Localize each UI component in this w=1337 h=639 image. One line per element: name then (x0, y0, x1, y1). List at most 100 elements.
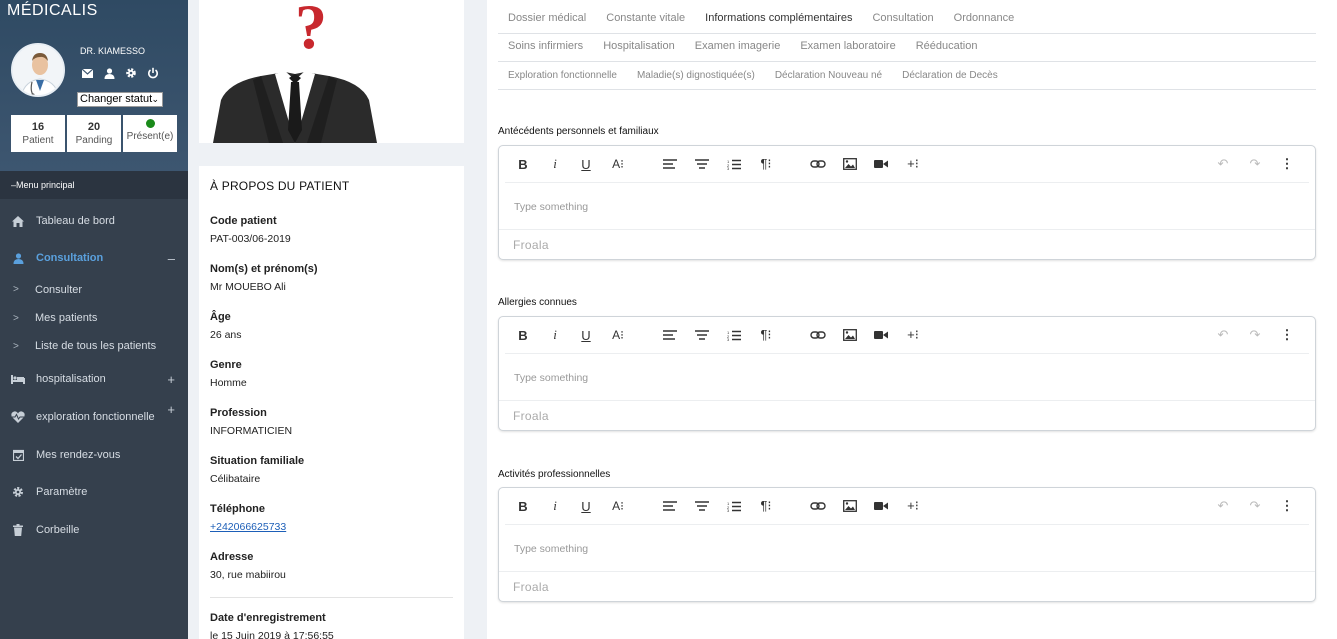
insert-more-icon[interactable]: +⁝ (904, 155, 922, 173)
expand-toggle[interactable]: + (167, 402, 175, 417)
phone-link[interactable]: +242066625733 (210, 521, 286, 533)
image-icon[interactable] (841, 155, 859, 173)
editor-allergies[interactable]: B i U A⁝ 123 ¶⁝ +⁝ ↶ ↷ ⋮ Type something … (498, 316, 1316, 431)
link-icon[interactable] (809, 497, 827, 515)
submenu-item-consulter[interactable]: > Consulter (0, 275, 188, 304)
more-vertical-icon[interactable]: ⋮ (1278, 497, 1296, 515)
video-icon[interactable] (872, 155, 890, 173)
editor-placeholder[interactable]: Type something (514, 543, 588, 555)
patient-photo: ? (199, 0, 464, 143)
tab-declaration-deces[interactable]: Déclaration de Decès (892, 70, 1008, 89)
undo-icon[interactable]: ↶ (1214, 497, 1232, 515)
font-size-icon[interactable]: A⁝ (609, 155, 627, 173)
menu-item-dashboard[interactable]: Tableau de bord (0, 201, 188, 241)
field-registration-date: Date d'enregistrement le 15 Juin 2019 à … (210, 612, 453, 639)
ordered-list-icon[interactable]: 123 (725, 326, 743, 344)
stat-presence[interactable]: Présent(e) (123, 115, 177, 152)
paragraph-format-icon[interactable]: ¶⁝ (757, 326, 775, 344)
bold-icon[interactable]: B (514, 326, 532, 344)
tab-examen-imagerie[interactable]: Examen imagerie (685, 40, 791, 61)
align-center-icon[interactable] (693, 326, 711, 344)
submenu-item-my-patients[interactable]: > Mes patients (0, 304, 188, 332)
video-icon[interactable] (872, 497, 890, 515)
stat-patients[interactable]: 16 Patient (11, 115, 65, 152)
tab-ordonnance[interactable]: Ordonnance (944, 12, 1025, 33)
image-icon[interactable] (841, 326, 859, 344)
tab-hospitalisation[interactable]: Hospitalisation (593, 40, 685, 61)
status-select[interactable]: Changer statut ⌄ (77, 92, 163, 107)
align-center-icon[interactable] (693, 155, 711, 173)
brand-logo[interactable]: MÉDICALIS (7, 2, 98, 20)
froala-badge[interactable]: Froala (513, 409, 549, 423)
chevron-right-icon: > (13, 312, 19, 324)
underline-icon[interactable]: U (577, 497, 595, 515)
italic-icon[interactable]: i (546, 497, 564, 515)
tab-reeducation[interactable]: Rééducation (906, 40, 988, 61)
tab-exploration-fonctionnelle[interactable]: Exploration fonctionnelle (498, 70, 627, 89)
redo-icon[interactable]: ↷ (1246, 497, 1264, 515)
tab-soins-infirmiers[interactable]: Soins infirmiers (498, 40, 593, 61)
align-center-icon[interactable] (693, 497, 711, 515)
menu-item-label: Mes rendez-vous (36, 448, 121, 461)
undo-icon[interactable]: ↶ (1214, 326, 1232, 344)
image-icon[interactable] (841, 497, 859, 515)
ordered-list-icon[interactable]: 123 (725, 155, 743, 173)
power-icon[interactable] (146, 66, 160, 80)
menu-item-consultation[interactable]: Consultation – (0, 241, 188, 275)
align-left-icon[interactable] (661, 326, 679, 344)
field-address: Adresse 30, rue mabiirou (210, 551, 453, 591)
collapse-toggle[interactable]: – (168, 251, 175, 266)
italic-icon[interactable]: i (546, 155, 564, 173)
more-vertical-icon[interactable]: ⋮ (1278, 155, 1296, 173)
paragraph-format-icon[interactable]: ¶⁝ (757, 497, 775, 515)
font-size-icon[interactable]: A⁝ (609, 326, 627, 344)
video-icon[interactable] (872, 326, 890, 344)
tab-informations-complementaires[interactable]: Informations complémentaires (695, 12, 862, 33)
menu-item-hospitalisation[interactable]: hospitalisation + (0, 360, 188, 398)
more-vertical-icon[interactable]: ⋮ (1278, 326, 1296, 344)
tab-consultation[interactable]: Consultation (862, 12, 943, 33)
link-icon[interactable] (809, 155, 827, 173)
froala-badge[interactable]: Froala (513, 580, 549, 594)
paragraph-format-icon[interactable]: ¶⁝ (757, 155, 775, 173)
underline-icon[interactable]: U (577, 155, 595, 173)
font-size-icon[interactable]: A⁝ (609, 497, 627, 515)
menu-item-settings[interactable]: Paramètre (0, 473, 188, 511)
submenu-item-all-patients[interactable]: > Liste de tous les patients (0, 332, 188, 360)
user-profile-icon[interactable] (102, 66, 116, 80)
tab-declaration-nouveau-ne[interactable]: Déclaration Nouveau né (765, 70, 892, 89)
tab-maladies-diagnostiquees[interactable]: Maladie(s) dignostiquée(s) (627, 70, 765, 89)
link-icon[interactable] (809, 326, 827, 344)
tab-examen-laboratoire[interactable]: Examen laboratoire (790, 40, 905, 61)
expand-toggle[interactable]: + (167, 372, 175, 387)
menu-item-exploration[interactable]: exploration fonctionnelle + (0, 398, 188, 436)
align-left-icon[interactable] (661, 497, 679, 515)
editor-placeholder[interactable]: Type something (514, 372, 588, 384)
section-label-activites: Activités professionnelles (498, 469, 611, 480)
stat-pending[interactable]: 20 Panding (67, 115, 121, 152)
insert-more-icon[interactable]: +⁝ (904, 326, 922, 344)
editor-activites[interactable]: B i U A⁝ 123 ¶⁝ +⁝ ↶ ↷ ⋮ Type something … (498, 487, 1316, 602)
bold-icon[interactable]: B (514, 155, 532, 173)
ordered-list-icon[interactable]: 123 (725, 497, 743, 515)
redo-icon[interactable]: ↷ (1246, 155, 1264, 173)
underline-icon[interactable]: U (577, 326, 595, 344)
bold-icon[interactable]: B (514, 497, 532, 515)
tab-constante-vitale[interactable]: Constante vitale (596, 12, 695, 33)
tab-dossier-medical[interactable]: Dossier médical (498, 12, 596, 33)
menu-item-label: hospitalisation (36, 373, 106, 385)
undo-icon[interactable]: ↶ (1214, 155, 1232, 173)
redo-icon[interactable]: ↷ (1246, 326, 1264, 344)
italic-icon[interactable]: i (546, 326, 564, 344)
editor-antecedents[interactable]: B i U A⁝ 123 ¶⁝ +⁝ ↶ ↷ ⋮ Type something … (498, 145, 1316, 260)
settings-gear-icon[interactable] (124, 66, 138, 80)
insert-more-icon[interactable]: +⁝ (904, 497, 922, 515)
field-value: PAT-003/06-2019 (210, 233, 291, 245)
editor-placeholder[interactable]: Type something (514, 201, 588, 213)
align-left-icon[interactable] (661, 155, 679, 173)
menu-item-appointments[interactable]: Mes rendez-vous (0, 436, 188, 473)
froala-badge[interactable]: Froala (513, 238, 549, 252)
presence-dot-icon (145, 119, 155, 128)
menu-item-trash[interactable]: Corbeille (0, 511, 188, 548)
mail-icon[interactable] (80, 66, 94, 80)
